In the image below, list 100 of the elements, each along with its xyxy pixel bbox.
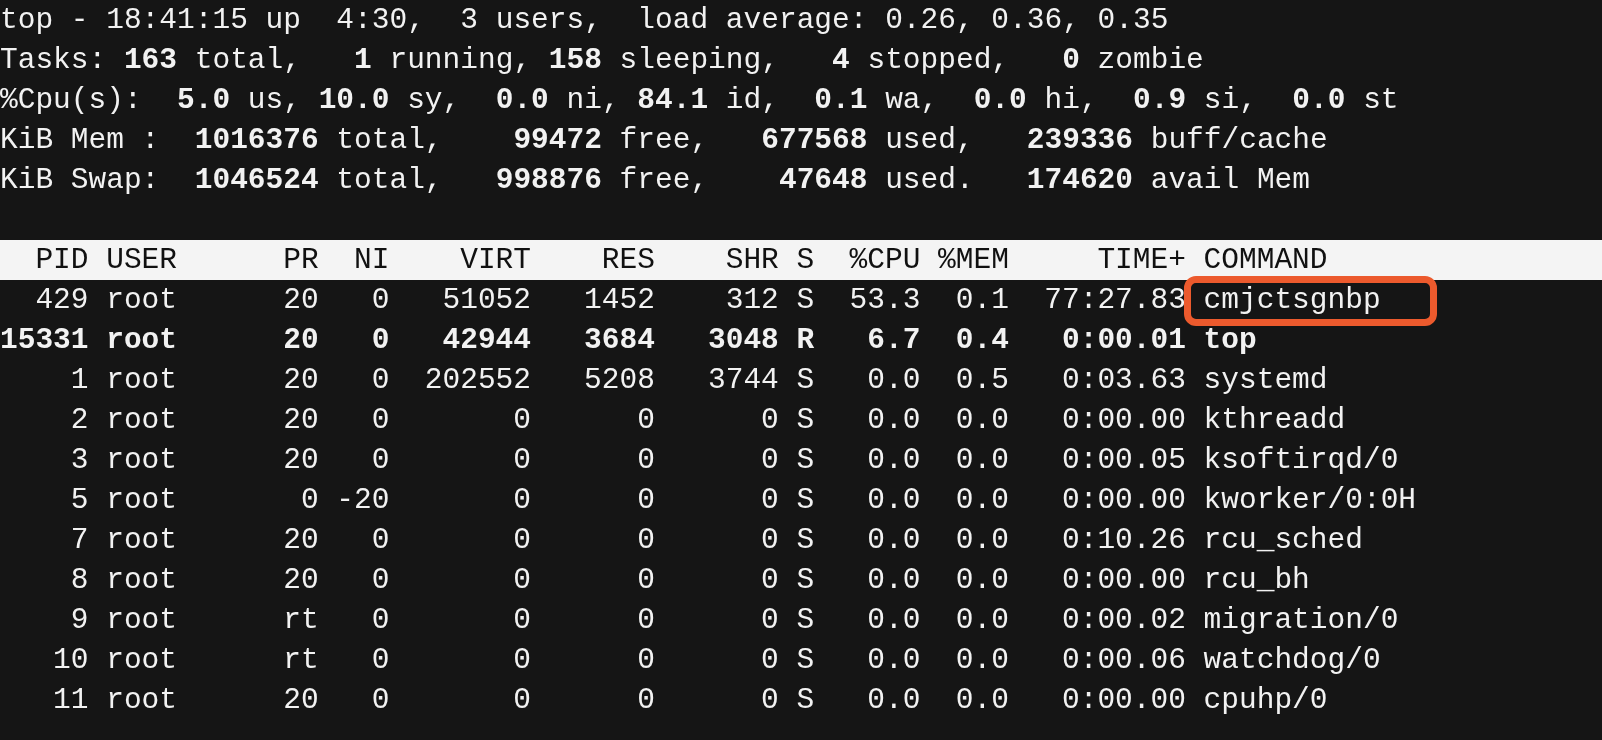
table-cell: 3744 bbox=[708, 363, 779, 397]
table-cell: root bbox=[106, 683, 177, 717]
table-cell: 202552 bbox=[424, 363, 531, 397]
table-cell: 0 bbox=[371, 283, 390, 317]
table-cell: 6.7 bbox=[867, 323, 921, 357]
table-cell: 0 bbox=[761, 643, 779, 677]
table-cell: 0:00.05 bbox=[1062, 443, 1186, 477]
column-header: RES bbox=[601, 243, 655, 277]
table-cell: 0.0 bbox=[867, 523, 921, 557]
table-cell: 0 bbox=[637, 563, 655, 597]
table-cell: 0:10.26 bbox=[1062, 523, 1186, 557]
table-cell: systemd bbox=[1203, 363, 1328, 397]
table-cell: 3684 bbox=[584, 323, 655, 357]
table-cell: 0 bbox=[761, 483, 779, 517]
table-cell: 20 bbox=[283, 363, 319, 397]
column-header: PR bbox=[283, 243, 319, 277]
table-cell: 0 bbox=[513, 643, 531, 677]
table-cell: root bbox=[106, 563, 177, 597]
column-header: %MEM bbox=[938, 243, 1009, 277]
table-cell: 0:00.00 bbox=[1062, 683, 1186, 717]
table-cell: 0 bbox=[513, 483, 531, 517]
table-cell: 9 bbox=[70, 603, 89, 637]
table-cell: 0 bbox=[761, 403, 779, 437]
table-cell: 3048 bbox=[708, 323, 779, 357]
table-cell: 0 bbox=[761, 603, 779, 637]
table-cell: top bbox=[1203, 323, 1257, 357]
table-cell: 20 bbox=[283, 563, 319, 597]
summary-line: top - 18:41:15 up 4:30, 3 users, load average: 0.26, 0.36, 0.35 bbox=[0, 2, 1170, 39]
table-cell: root bbox=[106, 363, 177, 397]
table-cell: migration/0 bbox=[1203, 603, 1399, 637]
table-cell: S bbox=[796, 683, 815, 717]
table-cell: 77:27.83 bbox=[1044, 283, 1186, 317]
summary-line: KiB Mem : 1016376 total, 99472 free, 677568 used, 239336 buff/cache bbox=[0, 122, 1329, 159]
table-cell: 11 bbox=[53, 683, 89, 717]
table-cell: rcu_sched bbox=[1203, 523, 1363, 557]
table-cell: 0 bbox=[371, 443, 390, 477]
table-cell: 0 bbox=[513, 683, 531, 717]
table-cell: 1 bbox=[70, 363, 89, 397]
summary-line: KiB Swap: 1046524 total, 998876 free, 47648 used. 174620 avail Mem bbox=[0, 162, 1312, 199]
table-cell: 0 bbox=[637, 483, 655, 517]
table-cell: 0 bbox=[513, 523, 531, 557]
table-cell: 0 bbox=[371, 403, 390, 437]
table-cell: 0 bbox=[637, 523, 655, 557]
column-header: PID bbox=[35, 243, 89, 277]
table-cell: 0.1 bbox=[955, 283, 1009, 317]
table-cell: S bbox=[796, 483, 815, 517]
table-cell: 0.0 bbox=[955, 603, 1009, 637]
table-cell: 0.0 bbox=[867, 683, 921, 717]
column-header: NI bbox=[354, 243, 390, 277]
table-cell: 0:00.00 bbox=[1062, 563, 1186, 597]
table-cell: 0 bbox=[637, 683, 655, 717]
table-cell: 0.0 bbox=[867, 563, 921, 597]
table-cell: 5 bbox=[70, 483, 89, 517]
table-cell: 8 bbox=[70, 563, 89, 597]
table-cell: 15331 bbox=[0, 323, 89, 357]
table-cell: 0 bbox=[637, 403, 655, 437]
table-cell: kworker/0:0H bbox=[1203, 483, 1417, 517]
table-cell: 0 bbox=[513, 563, 531, 597]
table-cell: 1452 bbox=[584, 283, 655, 317]
table-cell: 2 bbox=[70, 403, 89, 437]
table-cell: 0.0 bbox=[867, 603, 921, 637]
table-cell: 53.3 bbox=[849, 283, 921, 317]
table-cell: root bbox=[106, 283, 177, 317]
column-header: COMMAND bbox=[1203, 243, 1328, 277]
table-cell: 0 bbox=[761, 443, 779, 477]
table-cell: 0.0 bbox=[867, 643, 921, 677]
table-cell: 0 bbox=[513, 403, 531, 437]
table-cell: kthreadd bbox=[1203, 403, 1346, 437]
table-cell: 0 bbox=[371, 603, 390, 637]
table-cell: 0 bbox=[371, 523, 390, 557]
table-cell: 0:00.01 bbox=[1062, 323, 1186, 357]
table-cell: 0.0 bbox=[867, 443, 921, 477]
table-cell: S bbox=[796, 643, 815, 677]
table-cell: 7 bbox=[70, 523, 89, 557]
table-cell: root bbox=[106, 403, 177, 437]
table-cell: 0 bbox=[761, 523, 779, 557]
table-cell: 0 bbox=[371, 683, 390, 717]
table-cell: S bbox=[796, 563, 815, 597]
table-cell: ksoftirqd/0 bbox=[1203, 443, 1399, 477]
table-cell: 0.0 bbox=[955, 443, 1009, 477]
table-cell: 0.4 bbox=[955, 323, 1009, 357]
table-cell: 0 bbox=[371, 323, 390, 357]
table-cell: root bbox=[106, 443, 177, 477]
column-header: %CPU bbox=[849, 243, 921, 277]
table-cell: root bbox=[106, 323, 177, 357]
table-cell: 0:00.02 bbox=[1062, 603, 1186, 637]
table-cell: rt bbox=[283, 643, 319, 677]
summary-line: %Cpu(s): 5.0 us, 10.0 sy, 0.0 ni, 84.1 id, 0.1 wa, 0.0 hi, 0.9 si, 0.0 st bbox=[0, 82, 1400, 119]
table-cell: cpuhp/0 bbox=[1203, 683, 1328, 717]
table-cell: 20 bbox=[283, 443, 319, 477]
table-cell: 0:03.63 bbox=[1062, 363, 1186, 397]
table-cell: R bbox=[796, 323, 815, 357]
table-cell: 0.0 bbox=[955, 643, 1009, 677]
table-cell: 0 bbox=[371, 563, 390, 597]
table-cell: 0 bbox=[761, 683, 779, 717]
table-cell: 20 bbox=[283, 683, 319, 717]
table-cell: root bbox=[106, 643, 177, 677]
table-cell: 0.0 bbox=[867, 403, 921, 437]
table-cell: root bbox=[106, 483, 177, 517]
table-cell: watchdog/0 bbox=[1203, 643, 1381, 677]
